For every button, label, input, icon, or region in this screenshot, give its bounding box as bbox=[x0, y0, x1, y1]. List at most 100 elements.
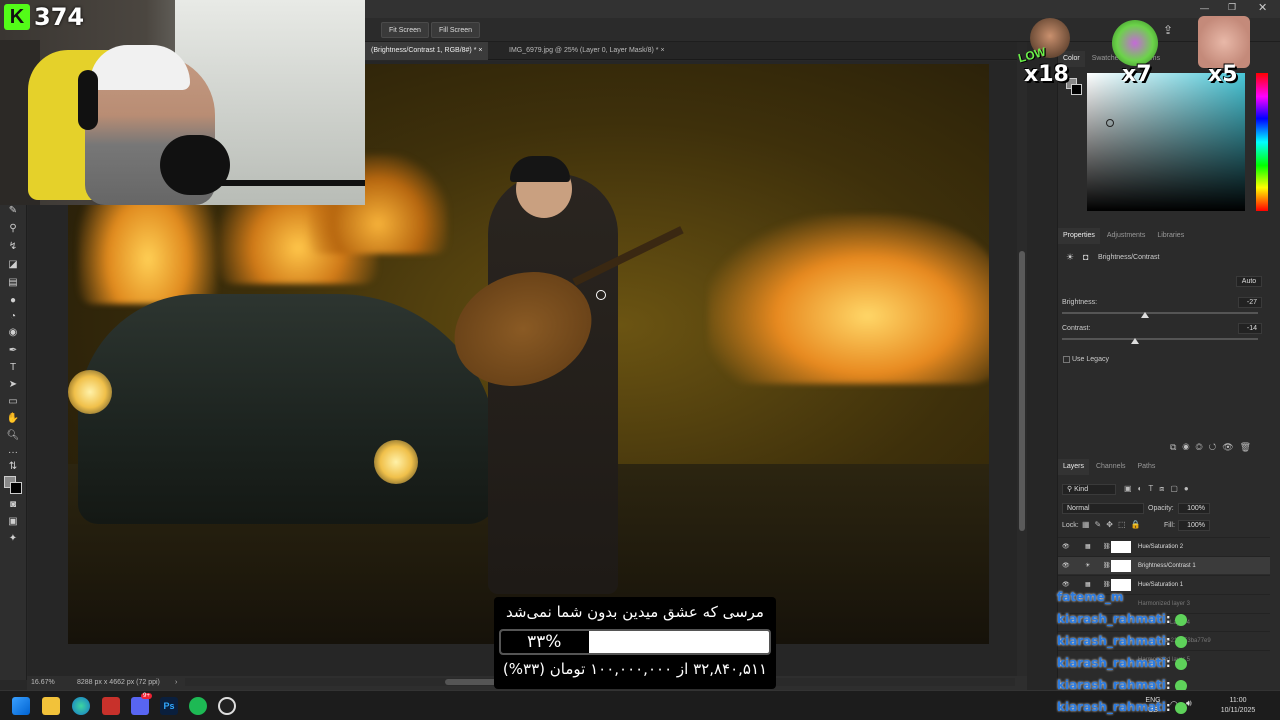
tab-close-icon[interactable]: × bbox=[478, 47, 482, 54]
fill-screen-button[interactable]: Fill Screen bbox=[431, 22, 481, 38]
file-explorer-icon[interactable] bbox=[42, 697, 60, 715]
windows-start-icon[interactable] bbox=[12, 697, 30, 715]
properties-footer-icons[interactable]: ⧉◉◎↺👁🗑 bbox=[1170, 442, 1257, 453]
contrast-value[interactable]: -14 bbox=[1238, 323, 1262, 334]
microphone-icon bbox=[160, 135, 230, 195]
type-tool-icon[interactable]: T bbox=[6, 362, 20, 374]
blend-mode-select[interactable]: Normal bbox=[1062, 503, 1144, 514]
color-picker-handle[interactable] bbox=[1106, 119, 1114, 127]
tab-img-6979[interactable]: IMG_6979.jpg @ 25% (Layer 0, Layer Mask/… bbox=[503, 42, 671, 60]
path-selection-tool-icon[interactable]: ➤ bbox=[6, 379, 20, 391]
brightness-contrast-icon: ☀ bbox=[1085, 563, 1091, 569]
tab-paths[interactable]: Paths bbox=[1133, 459, 1161, 475]
layer-row[interactable]: 👁 ☀ ⛓ Brightness/Contrast 1 bbox=[1058, 556, 1270, 574]
visibility-eye-icon[interactable]: 👁 bbox=[1062, 538, 1070, 556]
kind-filter-select[interactable]: ⚲ Kind bbox=[1062, 484, 1116, 495]
donation-title: مرسی که عشق میدین بدون شما نمی‌شد bbox=[506, 603, 764, 621]
link-icon[interactable]: ⛓ bbox=[1103, 557, 1111, 575]
mustang-car bbox=[78, 294, 498, 524]
contrast-slider-knob[interactable] bbox=[1131, 338, 1139, 344]
use-legacy-label: Use Legacy bbox=[1072, 356, 1109, 363]
layer-name[interactable]: Brightness/Contrast 1 bbox=[1138, 557, 1196, 575]
layer-mask-thumbnail[interactable] bbox=[1111, 541, 1131, 553]
layer-mask-thumbnail[interactable] bbox=[1111, 560, 1131, 572]
layer-name[interactable]: Hue/Saturation 1 bbox=[1138, 576, 1183, 594]
edge-browser-icon[interactable] bbox=[72, 697, 90, 715]
generative-icon[interactable]: ✦ bbox=[6, 533, 20, 545]
chat-username: kiarash_rahmati bbox=[1057, 612, 1166, 626]
zoom-level[interactable]: 16.67% bbox=[31, 676, 55, 690]
tab-libraries[interactable]: Libraries bbox=[1152, 228, 1189, 244]
tab-brightness-contrast[interactable]: (Brightness/Contrast 1, RGB/8#) * × bbox=[365, 42, 489, 60]
frog-emote-icon bbox=[1174, 701, 1187, 714]
scroll-thumb[interactable] bbox=[1019, 251, 1025, 531]
visibility-eye-icon[interactable]: 👁 bbox=[1062, 557, 1070, 575]
blur-tool-icon[interactable]: ● bbox=[6, 295, 20, 307]
emote-face-2 bbox=[1198, 16, 1250, 68]
media-player-icon[interactable] bbox=[218, 697, 236, 715]
minimize-icon[interactable]: — bbox=[1200, 3, 1209, 13]
close-icon[interactable]: ✕ bbox=[1258, 1, 1267, 14]
webcam-cap bbox=[90, 45, 190, 90]
sponge-tool-icon[interactable]: ◉ bbox=[6, 327, 20, 339]
background-color-swatch[interactable] bbox=[10, 482, 22, 494]
donation-progress-bar: ۳۳% bbox=[499, 629, 771, 655]
hand-tool-icon[interactable]: ✋ bbox=[6, 413, 20, 425]
screen-mode-icon[interactable]: ▣ bbox=[6, 516, 20, 528]
discord-icon[interactable] bbox=[131, 697, 149, 715]
clock[interactable]: 11:00 10/11/2025 bbox=[1206, 691, 1270, 720]
layer-row[interactable]: 👁 ▦ ⛓ Hue/Saturation 2 bbox=[1058, 537, 1270, 555]
link-icon[interactable]: ⛓ bbox=[1103, 538, 1111, 556]
layer-name[interactable]: Hue/Saturation 2 bbox=[1138, 538, 1183, 556]
clock-date: 10/11/2025 bbox=[1220, 707, 1256, 714]
zoom-tool-icon[interactable]: 🔍︎ bbox=[6, 430, 20, 442]
brightness-value[interactable]: -27 bbox=[1238, 297, 1262, 308]
hue-slider[interactable] bbox=[1256, 73, 1268, 211]
webcam-overlay: K 374 bbox=[0, 0, 365, 205]
mask-icon[interactable]: ◘ bbox=[1083, 252, 1088, 262]
layer-filter-icons[interactable]: ▣◐T⧈▢● bbox=[1124, 484, 1195, 494]
photoshop-icon[interactable]: Ps bbox=[160, 697, 178, 715]
status-arrow-icon[interactable]: › bbox=[175, 676, 177, 690]
fill-value[interactable]: 100% bbox=[1178, 520, 1210, 531]
volume-icon[interactable]: 🔊︎ bbox=[1186, 698, 1192, 709]
tab-adjustments[interactable]: Adjustments bbox=[1102, 228, 1151, 244]
rectangle-tool-icon[interactable]: ▭ bbox=[6, 396, 20, 408]
chat-text: : bbox=[1165, 634, 1171, 648]
quick-mask-icon[interactable]: ◙ bbox=[6, 499, 20, 511]
spotify-icon[interactable] bbox=[189, 697, 207, 715]
brightness-slider-knob[interactable] bbox=[1141, 312, 1149, 318]
pen-tool-icon[interactable]: ✒ bbox=[6, 345, 20, 357]
fit-screen-button[interactable]: Fit Screen bbox=[381, 22, 429, 38]
donation-goal-widget: مرسی که عشق میدین بدون شما نمی‌شد ۳۳% ۳۲… bbox=[494, 597, 776, 689]
brightness-slider[interactable] bbox=[1062, 312, 1258, 314]
clone-stamp-tool-icon[interactable]: ⚲ bbox=[6, 223, 20, 235]
tab-close-icon[interactable]: × bbox=[660, 47, 664, 54]
tab-layers[interactable]: Layers bbox=[1058, 459, 1090, 475]
opacity-value[interactable]: 100% bbox=[1178, 503, 1210, 514]
dodge-tool-icon[interactable]: ◔ bbox=[6, 311, 20, 323]
chat-message: kiarash_rahmati: bbox=[1057, 612, 1187, 626]
tab-label: (Brightness/Contrast 1, RGB/8#) * bbox=[371, 47, 477, 54]
vertical-scrollbar[interactable] bbox=[1017, 61, 1027, 676]
bg-color-chip[interactable] bbox=[1071, 84, 1082, 95]
media-app-icon[interactable] bbox=[102, 697, 120, 715]
gradient-tool-icon[interactable]: ▤ bbox=[6, 277, 20, 289]
auto-button[interactable]: Auto bbox=[1236, 276, 1262, 287]
contrast-slider[interactable] bbox=[1062, 338, 1258, 340]
eraser-tool-icon[interactable]: ◪ bbox=[6, 259, 20, 271]
tab-properties[interactable]: Properties bbox=[1058, 228, 1100, 244]
use-legacy-checkbox[interactable] bbox=[1063, 356, 1070, 363]
color-field[interactable] bbox=[1087, 73, 1245, 211]
donation-percent: ۳۳% bbox=[527, 632, 562, 652]
lock-icons[interactable]: ▦✎✥⬚🔒 bbox=[1082, 520, 1145, 529]
layer-name[interactable]: Harmonized layer 3 bbox=[1138, 595, 1190, 613]
brush-tool-icon[interactable]: ✎ bbox=[6, 205, 20, 217]
more-tools-icon[interactable]: ··· bbox=[6, 447, 20, 459]
history-brush-tool-icon[interactable]: ↯ bbox=[6, 241, 20, 253]
share-icon[interactable]: ⇪ bbox=[1163, 23, 1173, 37]
swap-colors-icon[interactable]: ⇅ bbox=[6, 461, 20, 473]
viewer-count: 374 bbox=[34, 3, 85, 31]
restore-icon[interactable]: ❐ bbox=[1228, 2, 1236, 13]
tab-channels[interactable]: Channels bbox=[1091, 459, 1131, 475]
